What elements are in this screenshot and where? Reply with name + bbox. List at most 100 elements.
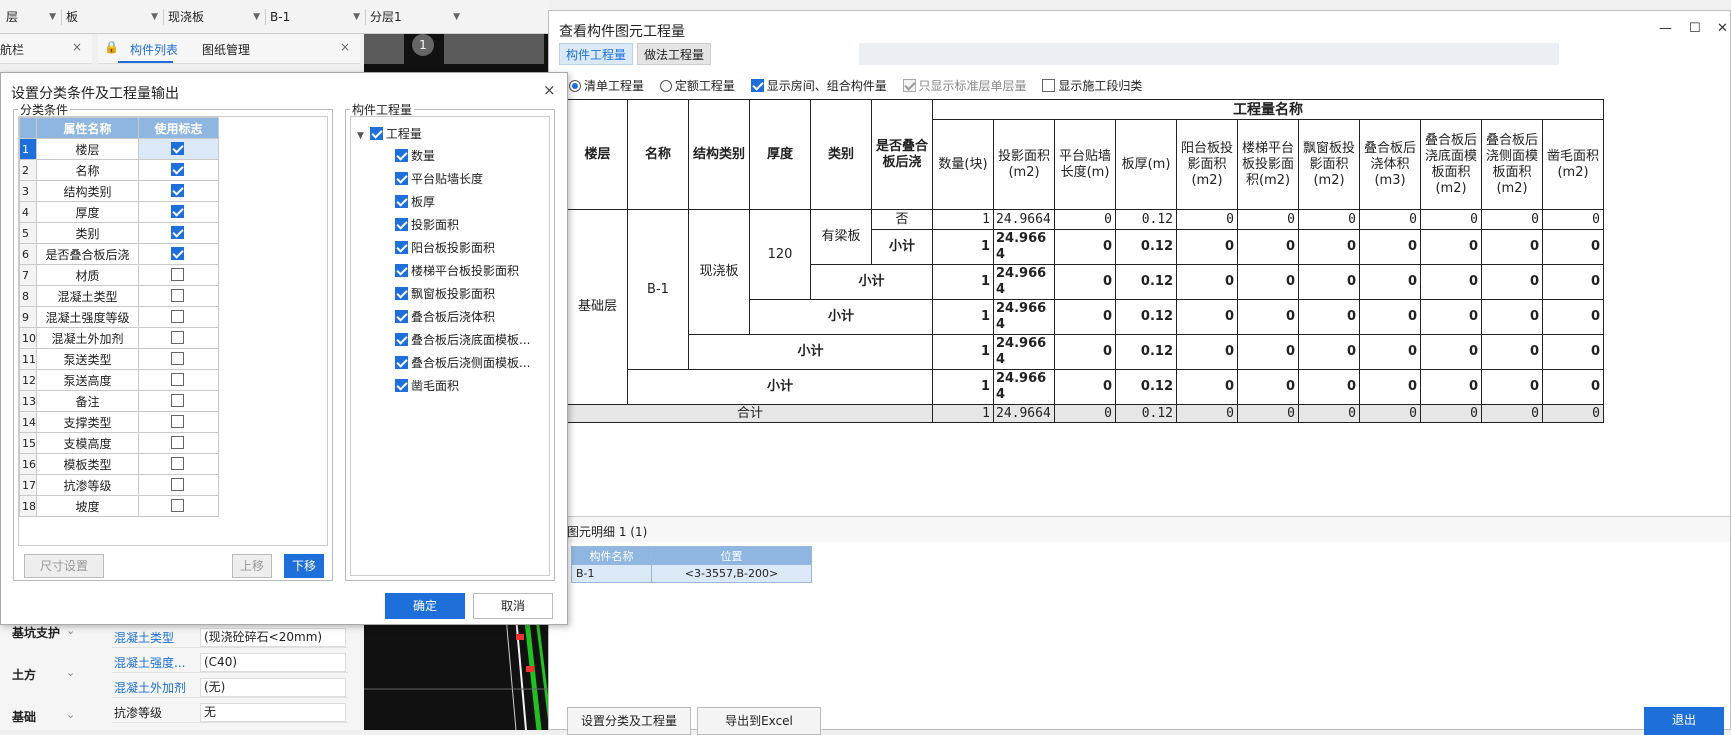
chevron-down-icon[interactable]: ⌄ — [66, 708, 75, 721]
use-flag-checkbox[interactable] — [170, 352, 184, 365]
tree-item-checkbox[interactable] — [395, 149, 408, 162]
use-flag-cell[interactable] — [138, 243, 219, 265]
condition-row[interactable]: 10 混凝土外加剂 — [19, 327, 219, 349]
use-flag-cell[interactable] — [138, 285, 219, 307]
close-icon[interactable]: × — [72, 40, 82, 54]
use-flag-cell[interactable] — [138, 180, 219, 202]
use-flag-checkbox[interactable] — [170, 226, 184, 239]
tree-item[interactable]: 板厚 — [395, 193, 435, 210]
use-flag-cell[interactable] — [138, 474, 219, 496]
maximize-icon[interactable]: ☐ — [1689, 21, 1701, 36]
tree-item-checkbox[interactable] — [395, 287, 408, 300]
condition-row[interactable]: 15 支模高度 — [19, 432, 219, 454]
chevron-down-icon[interactable]: ▼ — [357, 131, 364, 141]
use-flag-cell[interactable] — [138, 390, 219, 412]
use-flag-cell[interactable] — [138, 138, 219, 160]
move-up-button[interactable]: 上移 — [232, 554, 272, 578]
tab-drawing-management[interactable]: 图纸管理 — [202, 41, 250, 58]
setting-quantity-button[interactable]: 设置分类及工程量 — [567, 707, 691, 735]
prop-row-admixture[interactable]: 混凝土外加剂 (无) — [112, 676, 348, 698]
use-flag-checkbox[interactable] — [170, 415, 184, 428]
table-row[interactable]: B-1 <3-3557,B-200> — [571, 564, 812, 583]
size-setting-button[interactable]: 尺寸设置 — [24, 554, 104, 578]
minimize-icon[interactable]: — — [1659, 21, 1672, 36]
use-flag-checkbox[interactable] — [170, 247, 184, 260]
tree-item[interactable]: 叠合板后浇底面模板... — [395, 331, 530, 348]
tree-item[interactable]: 数量 — [395, 147, 435, 164]
radio-quota-quantity[interactable]: 定额工程量 — [659, 79, 735, 93]
category-foundation[interactable]: 基础 — [12, 708, 36, 725]
condition-row[interactable]: 9 混凝土强度等级 — [19, 306, 219, 328]
table-total-row[interactable]: 合计 1 24.9664 0 0.12 0 0 0 0 0 0 0 — [567, 404, 1604, 423]
condition-row[interactable]: 18 坡度 — [19, 495, 219, 517]
tree-item-checkbox[interactable] — [395, 379, 408, 392]
category-foundation-support[interactable]: 基坑支护 — [12, 624, 60, 641]
use-flag-checkbox[interactable] — [170, 373, 184, 386]
use-flag-cell[interactable] — [138, 369, 219, 391]
prop-row-concrete-grade[interactable]: 混凝土强度... (C40) — [112, 651, 348, 673]
condition-row[interactable]: 7 材质 — [19, 264, 219, 286]
component-type-select[interactable]: 板 ▼ — [60, 7, 164, 27]
exit-button[interactable]: 退出 — [1644, 707, 1724, 735]
component-subtype-select[interactable]: 现浇板 ▼ — [162, 7, 266, 27]
use-flag-cell[interactable] — [138, 306, 219, 328]
condition-row[interactable]: 11 泵送类型 — [19, 348, 219, 370]
close-icon[interactable]: × — [340, 40, 350, 54]
checkbox-show-room[interactable]: 显示房间、组合构件量 — [750, 79, 887, 93]
move-down-button[interactable]: 下移 — [284, 554, 324, 578]
export-excel-button[interactable]: 导出到Excel — [697, 707, 821, 735]
tree-item[interactable]: 叠合板后浇体积 — [395, 308, 495, 325]
radio-bill-quantity[interactable]: 清单工程量 — [569, 79, 644, 93]
use-flag-checkbox[interactable] — [170, 310, 184, 323]
use-flag-checkbox[interactable] — [170, 142, 184, 155]
checkbox-construction-section[interactable]: 显示施工段归类 — [1042, 79, 1142, 93]
chevron-down-icon[interactable]: ⌄ — [66, 624, 75, 637]
use-flag-cell[interactable] — [138, 159, 219, 181]
category-earthwork[interactable]: 土方 — [12, 666, 36, 683]
table-row[interactable]: 小计 1 24.966 4 0 0.12 0 0 0 0 0 0 0 — [568, 369, 1604, 405]
condition-row[interactable]: 5 类别 — [19, 222, 219, 244]
use-flag-cell[interactable] — [138, 201, 219, 223]
condition-row[interactable]: 16 模板类型 — [19, 453, 219, 475]
condition-row[interactable]: 4 厚度 — [19, 201, 219, 223]
use-flag-checkbox[interactable] — [170, 268, 184, 281]
lock-icon[interactable]: 🔒 — [104, 40, 119, 54]
condition-row[interactable]: 2 名称 — [19, 159, 219, 181]
tree-item[interactable]: 阳台板投影面积 — [395, 239, 495, 256]
tab-method-quantity[interactable]: 做法工程量 — [637, 43, 712, 65]
tree-item[interactable]: 平台贴墙长度 — [395, 170, 483, 187]
tree-item-checkbox[interactable] — [395, 241, 408, 254]
use-flag-cell[interactable] — [138, 495, 219, 517]
condition-row[interactable]: 3 结构类别 — [19, 180, 219, 202]
chevron-down-icon[interactable]: ⌄ — [66, 666, 75, 679]
use-flag-cell[interactable] — [138, 453, 219, 475]
use-flag-checkbox[interactable] — [170, 478, 184, 491]
condition-row[interactable]: 17 抗渗等级 — [19, 474, 219, 496]
ok-button[interactable]: 确定 — [385, 593, 465, 619]
condition-row[interactable]: 12 泵送高度 — [19, 369, 219, 391]
condition-row[interactable]: 8 混凝土类型 — [19, 285, 219, 307]
close-icon[interactable]: × — [543, 81, 556, 99]
floor-type-select[interactable]: 层 ▼ — [0, 7, 62, 27]
use-flag-cell[interactable] — [138, 264, 219, 286]
tree-item-checkbox[interactable] — [395, 172, 408, 185]
condition-row[interactable]: 6 是否叠合板后浇 — [19, 243, 219, 265]
component-name-select[interactable]: B-1 ▼ — [264, 7, 366, 27]
use-flag-checkbox[interactable] — [170, 184, 184, 197]
tree-item[interactable]: 楼梯平台板投影面积 — [395, 262, 519, 279]
prop-row-concrete-type[interactable]: 混凝土类型 (现浇砼碎石<20mm) — [112, 626, 348, 648]
tree-item-checkbox[interactable] — [395, 264, 408, 277]
condition-row[interactable]: 1 楼层 — [19, 138, 219, 160]
use-flag-checkbox[interactable] — [170, 163, 184, 176]
use-flag-cell[interactable] — [138, 327, 219, 349]
condition-row[interactable]: 13 备注 — [19, 390, 219, 412]
tree-item-checkbox[interactable] — [395, 218, 408, 231]
use-flag-checkbox[interactable] — [170, 394, 184, 407]
tree-item[interactable]: 飘窗板投影面积 — [395, 285, 495, 302]
prop-row-impermeability[interactable]: 抗渗等级 无 — [112, 701, 348, 723]
use-flag-checkbox[interactable] — [170, 331, 184, 344]
use-flag-cell[interactable] — [138, 222, 219, 244]
use-flag-checkbox[interactable] — [170, 436, 184, 449]
tree-item-checkbox[interactable] — [395, 310, 408, 323]
tree-item-checkbox[interactable] — [395, 356, 408, 369]
